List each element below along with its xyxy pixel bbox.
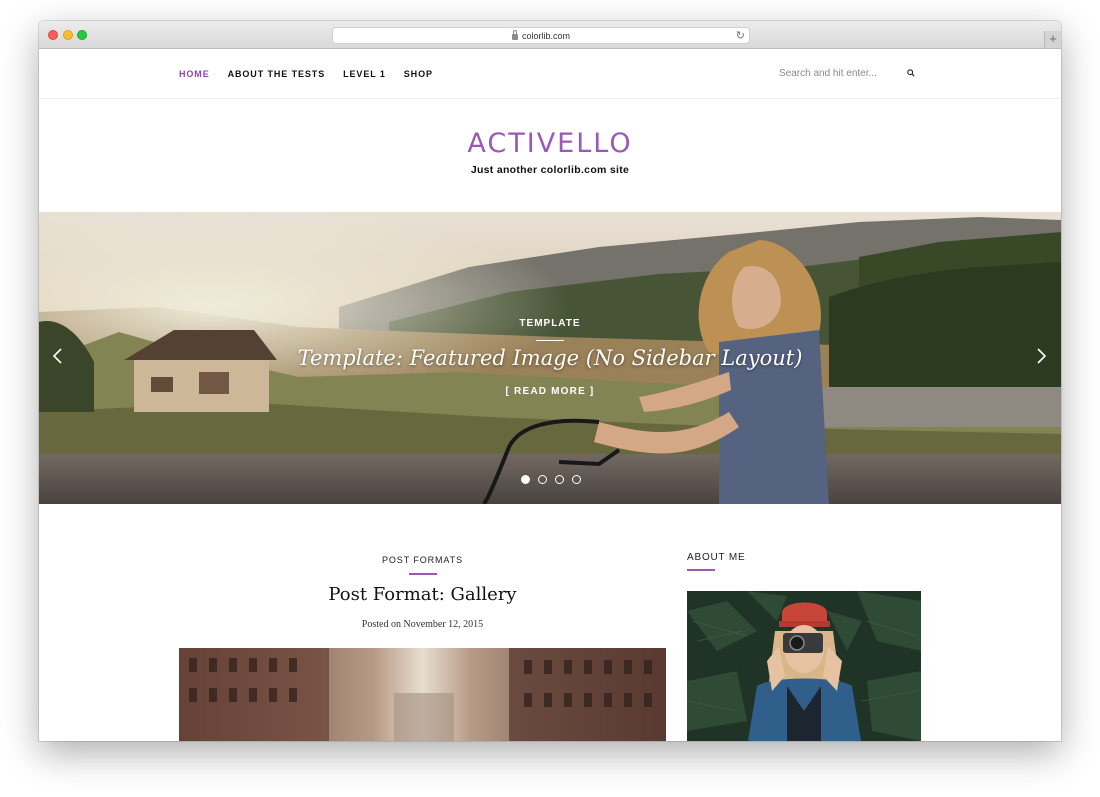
address-bar[interactable]: colorlib.com ↻: [332, 27, 750, 44]
post-title[interactable]: Post Format: Gallery: [179, 584, 666, 605]
slide-category[interactable]: TEMPLATE: [39, 318, 1061, 329]
browser-titlebar: colorlib.com ↻ +: [39, 21, 1061, 49]
zoom-window-button[interactable]: [77, 30, 87, 40]
read-more-link[interactable]: [ READ MORE ]: [39, 386, 1061, 397]
post-category[interactable]: POST FORMATS: [179, 555, 666, 565]
slider-dot[interactable]: [572, 475, 581, 484]
slider-dot[interactable]: [555, 475, 564, 484]
top-navigation: HOME ABOUT THE TESTS LEVEL 1 SHOP: [39, 49, 1061, 99]
sidebar-heading-about-me: ABOUT ME: [687, 552, 746, 563]
minimize-window-button[interactable]: [63, 30, 73, 40]
search-icon[interactable]: [907, 69, 915, 77]
slide-divider: [536, 340, 564, 341]
nav-link-level-1[interactable]: LEVEL 1: [343, 69, 386, 79]
nav-link-home[interactable]: HOME: [179, 69, 210, 79]
slider-dots: [521, 475, 589, 484]
slide-title[interactable]: Template: Featured Image (No Sidebar Lay…: [39, 346, 1061, 370]
site-tagline: Just another colorlib.com site: [470, 164, 630, 176]
post-image[interactable]: [179, 648, 666, 741]
chevron-right-icon[interactable]: [1036, 347, 1048, 365]
featured-slider: TEMPLATE Template: Featured Image (No Si…: [39, 212, 1061, 504]
search-input[interactable]: [779, 65, 897, 81]
site-title[interactable]: ACTIVELLO: [39, 128, 1061, 159]
about-me-image: [687, 591, 921, 741]
slider-dot[interactable]: [538, 475, 547, 484]
address-bar-url: colorlib.com: [521, 30, 570, 41]
sidebar-heading-underline: [687, 569, 715, 571]
reload-icon[interactable]: ↻: [736, 29, 745, 42]
post-category-underline: [409, 573, 437, 575]
nav-link-about-the-tests[interactable]: ABOUT THE TESTS: [228, 69, 326, 79]
post-date: Posted on November 12, 2015: [361, 619, 484, 630]
nav-menu: HOME ABOUT THE TESTS LEVEL 1 SHOP: [179, 69, 451, 79]
browser-window: colorlib.com ↻ + HOME ABOUT THE TESTS LE…: [39, 21, 1061, 741]
new-tab-button[interactable]: +: [1044, 31, 1061, 48]
slider-dot[interactable]: [521, 475, 530, 484]
nav-link-shop[interactable]: SHOP: [404, 69, 433, 79]
lock-icon: [511, 29, 518, 40]
website: HOME ABOUT THE TESTS LEVEL 1 SHOP ACTIVE…: [39, 49, 1061, 741]
close-window-button[interactable]: [48, 30, 58, 40]
chevron-left-icon[interactable]: [51, 347, 63, 365]
